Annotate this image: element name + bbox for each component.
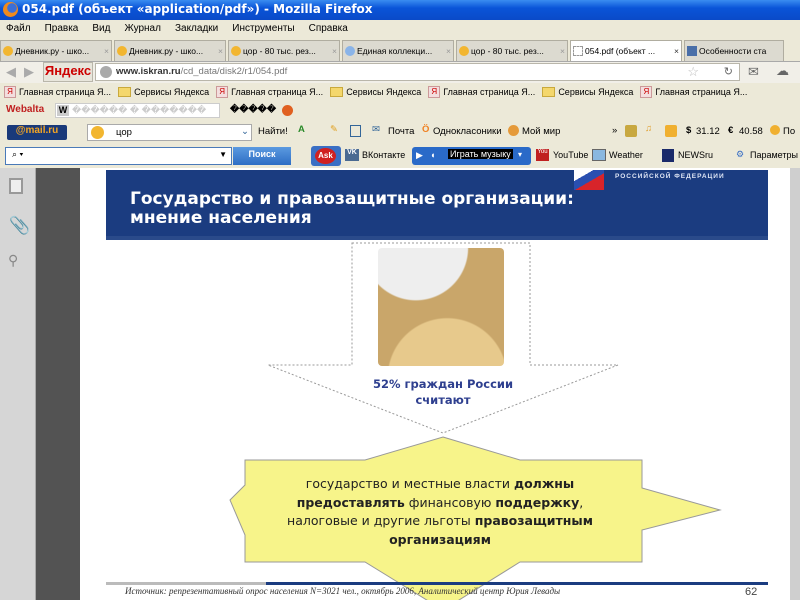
stat-line-2: считают xyxy=(415,393,471,407)
statistic-text: 52% граждан России считают xyxy=(350,376,536,408)
stat-line-1: 52% граждан России xyxy=(372,377,514,391)
source-note: Источник: репрезентативный опрос населен… xyxy=(125,586,561,596)
gears-people-image xyxy=(378,248,504,366)
footer-line-navy xyxy=(266,582,768,585)
body-text: финансовую xyxy=(404,494,496,510)
opinion-text: государство и местные власти должны пред… xyxy=(270,475,610,549)
body-bold: поддержку xyxy=(495,494,580,510)
body-text: государство и местные власти xyxy=(305,476,514,491)
page-number: 62 xyxy=(745,586,758,598)
footer-line-gray xyxy=(106,582,266,585)
